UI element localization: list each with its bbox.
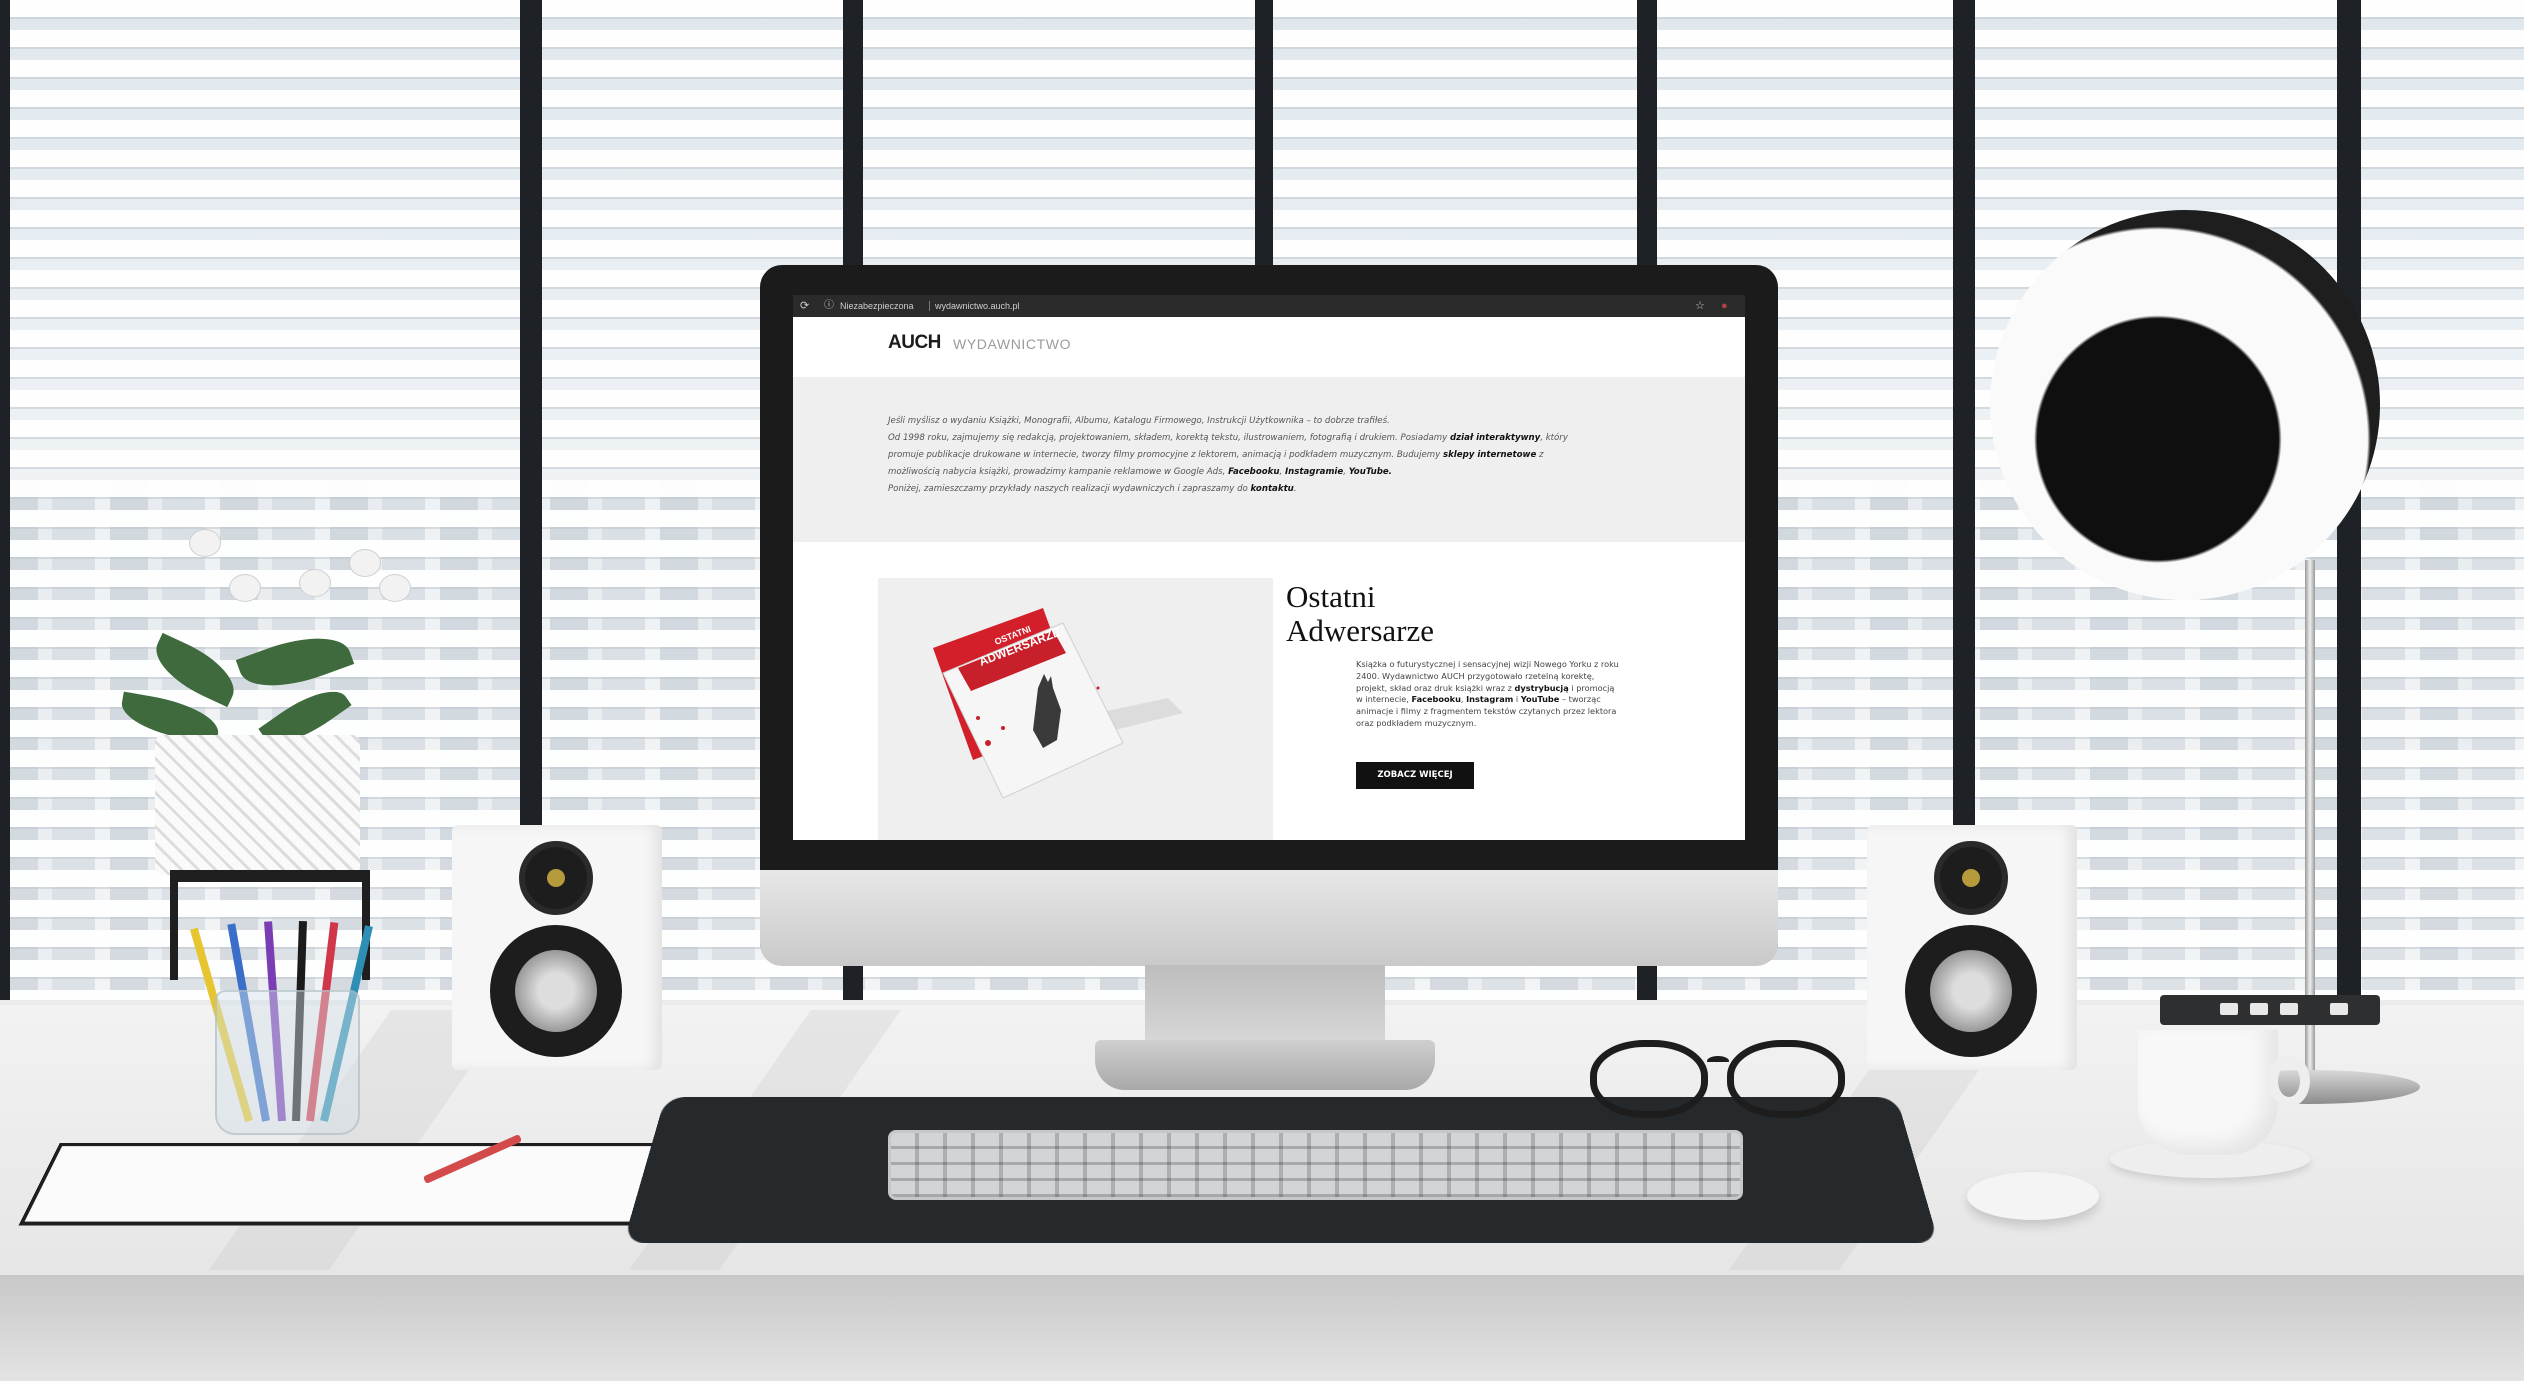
orchid-flower [230,575,260,601]
intro-section: Jeśli myślisz o wydaniu Książki, Monogra… [793,377,1745,542]
featured-title-line: Ostatni [1286,579,1376,614]
intro-text: Poniżej, zamieszczamy przykłady naszych … [888,484,1251,494]
intro-text: Jeśli myślisz o wydaniu Książki, Monogra… [888,416,1390,426]
socket-port [2330,1003,2348,1015]
intro-text: możliwością nabycia książki, prowadzimy … [888,467,1229,477]
intro-line: Poniżej, zamieszczamy przykłady naszych … [888,481,1643,498]
browser-toolbar: ⟳ ⓘ Niezabezpieczona wydawnictwo.auch.pl… [793,295,1745,317]
featured-book-description: Książka o futurystycznej i sensacyjnej w… [1356,659,1621,730]
intro-text: , który [1540,433,1568,443]
site-logo-subtitle[interactable]: WYDAWNICTWO [953,336,1071,352]
speaker-tweeter [519,841,593,915]
interactive-dept-link[interactable]: dział interaktywny [1450,433,1540,443]
intro-text: promuje publikacje drukowane w interneci… [888,450,1443,460]
profile-icon[interactable]: ● [1721,298,1728,314]
coffee-cup [2138,1030,2278,1155]
reload-icon[interactable]: ⟳ [800,298,809,314]
facebook-link[interactable]: Facebooku [1228,467,1279,477]
power-socket [2160,995,2380,1025]
facebook-link[interactable]: Facebooku [1411,694,1460,704]
speaker-woofer [490,925,622,1057]
star-icon[interactable]: ☆ [1695,298,1705,314]
speaker-tweeter [1934,841,2008,915]
intro-text: . [1293,484,1297,494]
mouse [1967,1172,2099,1220]
blood-splash [985,740,991,746]
see-more-button[interactable]: ZOBACZ WIĘCEJ [1356,762,1474,789]
contact-link[interactable]: kontaktu [1251,484,1294,494]
youtube-link[interactable]: YouTube [1521,694,1560,704]
blood-splash [976,716,980,720]
book-cover-image[interactable]: OSTATNI ADWERSARZE [878,578,1273,840]
instagram-link[interactable]: Instagramie [1285,467,1343,477]
address-bar-url[interactable]: wydawnictwo.auch.pl [935,299,1020,313]
keyboard [888,1130,1743,1200]
left-speaker [452,825,662,1070]
desk-front [0,1275,2524,1381]
plant-pot [155,735,360,875]
socket-port [2220,1003,2238,1015]
orchid-flower [380,575,410,601]
notebook [18,1142,665,1226]
intro-text: z [1536,450,1544,460]
intro-line: Od 1998 roku, zajmujemy się redakcją, pr… [888,430,1643,447]
intro-line: możliwością nabycia książki, prowadzimy … [888,464,1643,481]
featured-title-line: Adwersarze [1286,613,1435,648]
online-shops-link[interactable]: sklepy internetowe [1443,450,1536,460]
glasses-bridge [1707,1056,1729,1066]
distribution-link[interactable]: dystrybucją [1515,683,1569,693]
monitor-screen: ⟳ ⓘ Niezabezpieczona wydawnictwo.auch.pl… [793,295,1745,840]
security-label[interactable]: Niezabezpieczona [840,299,914,313]
blood-splash [1096,686,1100,690]
socket-port [2280,1003,2298,1015]
blood-splash [1001,726,1005,730]
window-frame [0,0,10,1030]
cup-handle [2268,1055,2310,1107]
orchid-flower [350,550,380,576]
site-logo[interactable]: AUCH [888,332,941,354]
intro-line: Jeśli myślisz o wydaniu Książki, Monogra… [888,413,1643,430]
book-mockup-illustration: OSTATNI ADWERSARZE [933,608,1183,799]
socket-port [2250,1003,2268,1015]
featured-book-title[interactable]: Ostatni Adwersarze [1286,580,1434,648]
instagram-link[interactable]: Instagram [1466,694,1513,704]
glasses-right-lens [1727,1040,1845,1118]
speaker-woofer [1905,925,2037,1057]
monitor-foot [1095,1040,1435,1090]
youtube-link[interactable]: YouTube. [1349,467,1392,477]
pen-cup [215,990,360,1135]
monitor-stand [1145,965,1385,1045]
intro-line: promuje publikacje drukowane w interneci… [888,447,1643,464]
monitor-chin [760,870,1778,966]
desk-scene: ⟳ ⓘ Niezabezpieczona wydawnictwo.auch.pl… [0,0,2524,1381]
right-speaker [1867,825,2077,1070]
desc-text: i [1513,694,1521,705]
orchid-flower [190,530,220,556]
intro-text: Od 1998 roku, zajmujemy się redakcją, pr… [888,433,1450,443]
glasses-left-lens [1590,1040,1708,1118]
info-icon[interactable]: ⓘ [824,298,834,314]
url-separator [929,301,930,311]
orchid-flower [300,570,330,596]
